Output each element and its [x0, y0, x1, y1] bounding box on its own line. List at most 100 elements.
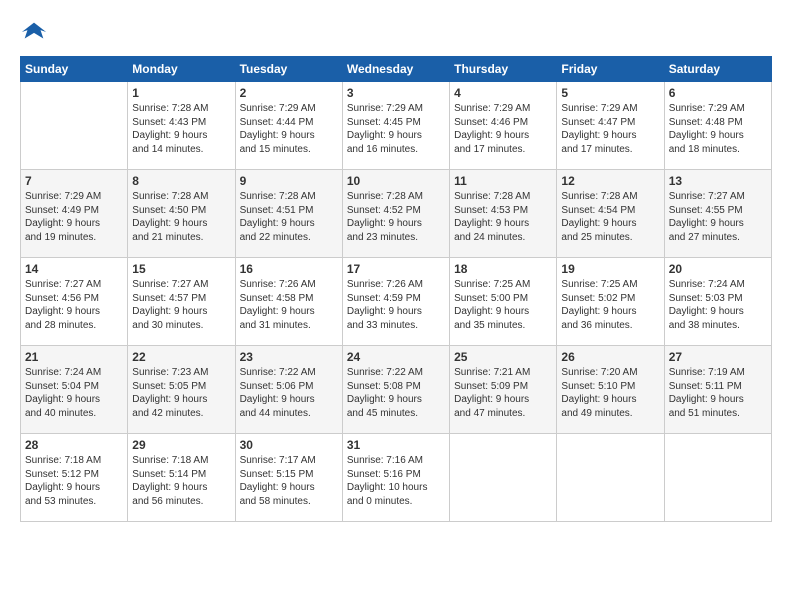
- day-number: 6: [669, 86, 767, 100]
- day-info: Sunrise: 7:24 AM Sunset: 5:03 PM Dayligh…: [669, 278, 767, 332]
- calendar-cell: 11 Sunrise: 7:28 AM Sunset: 4:53 PM Dayli…: [450, 170, 557, 258]
- calendar-cell: 15 Sunrise: 7:27 AM Sunset: 4:57 PM Dayli…: [128, 258, 235, 346]
- day-info: Sunrise: 7:28 AM Sunset: 4:52 PM Dayligh…: [347, 190, 445, 244]
- weekday-header-thursday: Thursday: [450, 57, 557, 82]
- calendar-week-row: 7 Sunrise: 7:29 AM Sunset: 4:49 PM Daylig…: [21, 170, 772, 258]
- day-info: Sunrise: 7:16 AM Sunset: 5:16 PM Dayligh…: [347, 454, 445, 508]
- day-number: 16: [240, 262, 338, 276]
- calendar-cell: 31 Sunrise: 7:16 AM Sunset: 5:16 PM Dayli…: [342, 434, 449, 522]
- calendar-cell: 27 Sunrise: 7:19 AM Sunset: 5:11 PM Dayli…: [664, 346, 771, 434]
- calendar-cell: [21, 82, 128, 170]
- day-number: 31: [347, 438, 445, 452]
- day-number: 29: [132, 438, 230, 452]
- day-info: Sunrise: 7:17 AM Sunset: 5:15 PM Dayligh…: [240, 454, 338, 508]
- day-info: Sunrise: 7:23 AM Sunset: 5:05 PM Dayligh…: [132, 366, 230, 420]
- calendar-cell: 18 Sunrise: 7:25 AM Sunset: 5:00 PM Dayli…: [450, 258, 557, 346]
- day-number: 22: [132, 350, 230, 364]
- calendar-cell: 2Sunrise: 7:29 AM Sunset: 4:44 PM Daylig…: [235, 82, 342, 170]
- day-info: Sunrise: 7:28 AM Sunset: 4:54 PM Dayligh…: [561, 190, 659, 244]
- calendar-cell: 4Sunrise: 7:29 AM Sunset: 4:46 PM Daylig…: [450, 82, 557, 170]
- day-number: 24: [347, 350, 445, 364]
- weekday-header-monday: Monday: [128, 57, 235, 82]
- day-info: Sunrise: 7:26 AM Sunset: 4:59 PM Dayligh…: [347, 278, 445, 332]
- day-info: Sunrise: 7:26 AM Sunset: 4:58 PM Dayligh…: [240, 278, 338, 332]
- logo-icon: [20, 18, 48, 46]
- day-info: Sunrise: 7:29 AM Sunset: 4:48 PM Dayligh…: [669, 102, 767, 156]
- day-number: 30: [240, 438, 338, 452]
- calendar-cell: 1 Sunrise: 7:28 AM Sunset: 4:43 PM Daylig…: [128, 82, 235, 170]
- day-info: Sunrise: 7:29 AM Sunset: 4:45 PM Dayligh…: [347, 102, 445, 156]
- calendar-cell: [664, 434, 771, 522]
- calendar-cell: 29 Sunrise: 7:18 AM Sunset: 5:14 PM Dayli…: [128, 434, 235, 522]
- day-info: Sunrise: 7:25 AM Sunset: 5:00 PM Dayligh…: [454, 278, 552, 332]
- day-number: 3: [347, 86, 445, 100]
- calendar-cell: 10 Sunrise: 7:28 AM Sunset: 4:52 PM Dayli…: [342, 170, 449, 258]
- day-info: Sunrise: 7:19 AM Sunset: 5:11 PM Dayligh…: [669, 366, 767, 420]
- day-number: 9: [240, 174, 338, 188]
- calendar-cell: 8 Sunrise: 7:28 AM Sunset: 4:50 PM Daylig…: [128, 170, 235, 258]
- header: [20, 18, 772, 46]
- calendar-cell: 26 Sunrise: 7:20 AM Sunset: 5:10 PM Dayli…: [557, 346, 664, 434]
- day-number: 21: [25, 350, 123, 364]
- day-number: 1: [132, 86, 230, 100]
- calendar-cell: 13 Sunrise: 7:27 AM Sunset: 4:55 PM Dayli…: [664, 170, 771, 258]
- day-info: Sunrise: 7:27 AM Sunset: 4:56 PM Dayligh…: [25, 278, 123, 332]
- day-info: Sunrise: 7:28 AM Sunset: 4:51 PM Dayligh…: [240, 190, 338, 244]
- day-info: Sunrise: 7:22 AM Sunset: 5:08 PM Dayligh…: [347, 366, 445, 420]
- day-info: Sunrise: 7:28 AM Sunset: 4:53 PM Dayligh…: [454, 190, 552, 244]
- day-info: Sunrise: 7:27 AM Sunset: 4:57 PM Dayligh…: [132, 278, 230, 332]
- day-number: 27: [669, 350, 767, 364]
- calendar-cell: [557, 434, 664, 522]
- weekday-header-saturday: Saturday: [664, 57, 771, 82]
- day-info: Sunrise: 7:28 AM Sunset: 4:43 PM Dayligh…: [132, 102, 230, 156]
- calendar-cell: 5 Sunrise: 7:29 AM Sunset: 4:47 PM Daylig…: [557, 82, 664, 170]
- calendar-week-row: 21 Sunrise: 7:24 AM Sunset: 5:04 PM Dayli…: [21, 346, 772, 434]
- day-number: 17: [347, 262, 445, 276]
- weekday-header-sunday: Sunday: [21, 57, 128, 82]
- day-info: Sunrise: 7:29 AM Sunset: 4:47 PM Dayligh…: [561, 102, 659, 156]
- day-info: Sunrise: 7:29 AM Sunset: 4:49 PM Dayligh…: [25, 190, 123, 244]
- calendar-cell: 17 Sunrise: 7:26 AM Sunset: 4:59 PM Dayli…: [342, 258, 449, 346]
- day-number: 23: [240, 350, 338, 364]
- weekday-header-wednesday: Wednesday: [342, 57, 449, 82]
- day-info: Sunrise: 7:27 AM Sunset: 4:55 PM Dayligh…: [669, 190, 767, 244]
- day-info: Sunrise: 7:24 AM Sunset: 5:04 PM Dayligh…: [25, 366, 123, 420]
- calendar-table: SundayMondayTuesdayWednesdayThursdayFrid…: [20, 56, 772, 522]
- calendar-cell: 16 Sunrise: 7:26 AM Sunset: 4:58 PM Dayli…: [235, 258, 342, 346]
- calendar-cell: 12 Sunrise: 7:28 AM Sunset: 4:54 PM Dayli…: [557, 170, 664, 258]
- logo: [20, 18, 50, 46]
- calendar-cell: [450, 434, 557, 522]
- day-number: 11: [454, 174, 552, 188]
- day-info: Sunrise: 7:28 AM Sunset: 4:50 PM Dayligh…: [132, 190, 230, 244]
- calendar-header-row: SundayMondayTuesdayWednesdayThursdayFrid…: [21, 57, 772, 82]
- day-info: Sunrise: 7:18 AM Sunset: 5:14 PM Dayligh…: [132, 454, 230, 508]
- day-info: Sunrise: 7:25 AM Sunset: 5:02 PM Dayligh…: [561, 278, 659, 332]
- day-info: Sunrise: 7:18 AM Sunset: 5:12 PM Dayligh…: [25, 454, 123, 508]
- day-number: 4: [454, 86, 552, 100]
- calendar-cell: 19Sunrise: 7:25 AM Sunset: 5:02 PM Dayli…: [557, 258, 664, 346]
- day-number: 5: [561, 86, 659, 100]
- day-number: 12: [561, 174, 659, 188]
- day-number: 10: [347, 174, 445, 188]
- day-number: 26: [561, 350, 659, 364]
- day-number: 13: [669, 174, 767, 188]
- calendar-cell: 20 Sunrise: 7:24 AM Sunset: 5:03 PM Dayli…: [664, 258, 771, 346]
- page: SundayMondayTuesdayWednesdayThursdayFrid…: [0, 0, 792, 612]
- calendar-week-row: 14 Sunrise: 7:27 AM Sunset: 4:56 PM Dayli…: [21, 258, 772, 346]
- calendar-cell: 30 Sunrise: 7:17 AM Sunset: 5:15 PM Dayli…: [235, 434, 342, 522]
- day-number: 14: [25, 262, 123, 276]
- weekday-header-friday: Friday: [557, 57, 664, 82]
- day-number: 15: [132, 262, 230, 276]
- day-number: 28: [25, 438, 123, 452]
- calendar-cell: 25Sunrise: 7:21 AM Sunset: 5:09 PM Dayli…: [450, 346, 557, 434]
- day-number: 20: [669, 262, 767, 276]
- calendar-cell: 7 Sunrise: 7:29 AM Sunset: 4:49 PM Daylig…: [21, 170, 128, 258]
- day-number: 18: [454, 262, 552, 276]
- calendar-cell: 22 Sunrise: 7:23 AM Sunset: 5:05 PM Dayli…: [128, 346, 235, 434]
- day-info: Sunrise: 7:20 AM Sunset: 5:10 PM Dayligh…: [561, 366, 659, 420]
- day-info: Sunrise: 7:21 AM Sunset: 5:09 PM Dayligh…: [454, 366, 552, 420]
- day-number: 8: [132, 174, 230, 188]
- calendar-cell: 9 Sunrise: 7:28 AM Sunset: 4:51 PM Daylig…: [235, 170, 342, 258]
- calendar-week-row: 1 Sunrise: 7:28 AM Sunset: 4:43 PM Daylig…: [21, 82, 772, 170]
- day-number: 7: [25, 174, 123, 188]
